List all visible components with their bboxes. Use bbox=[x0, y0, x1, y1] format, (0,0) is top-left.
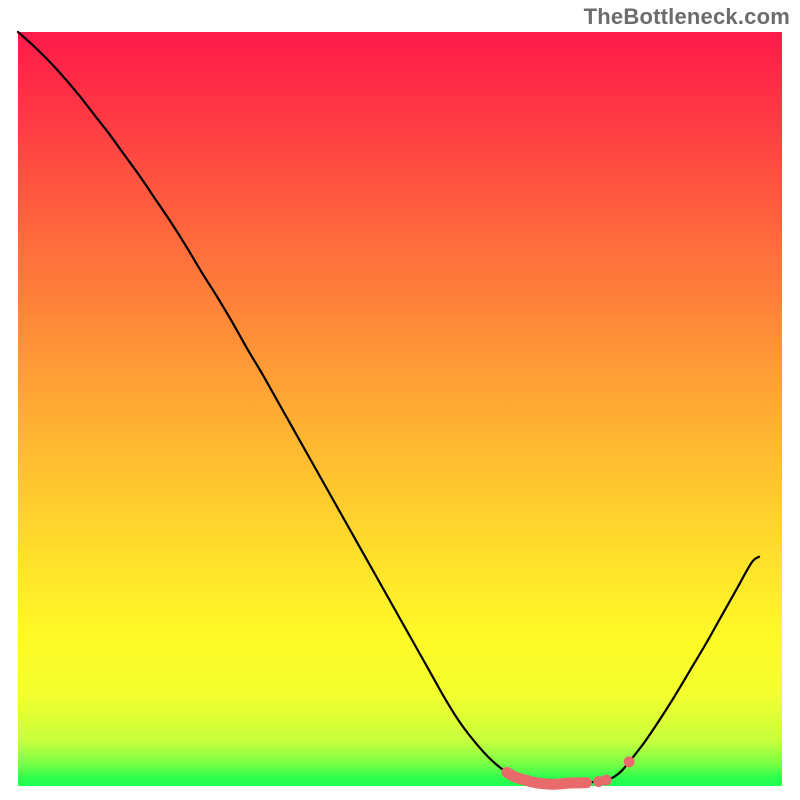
gradient-background bbox=[18, 32, 782, 786]
highlight-dot bbox=[601, 774, 612, 785]
watermark-text: TheBottleneck.com bbox=[584, 4, 790, 30]
highlight-dot bbox=[581, 778, 591, 788]
highlight-dot bbox=[624, 756, 635, 767]
plot-area bbox=[18, 32, 782, 789]
chart-container: TheBottleneck.com bbox=[0, 0, 800, 800]
chart-svg bbox=[0, 0, 800, 800]
